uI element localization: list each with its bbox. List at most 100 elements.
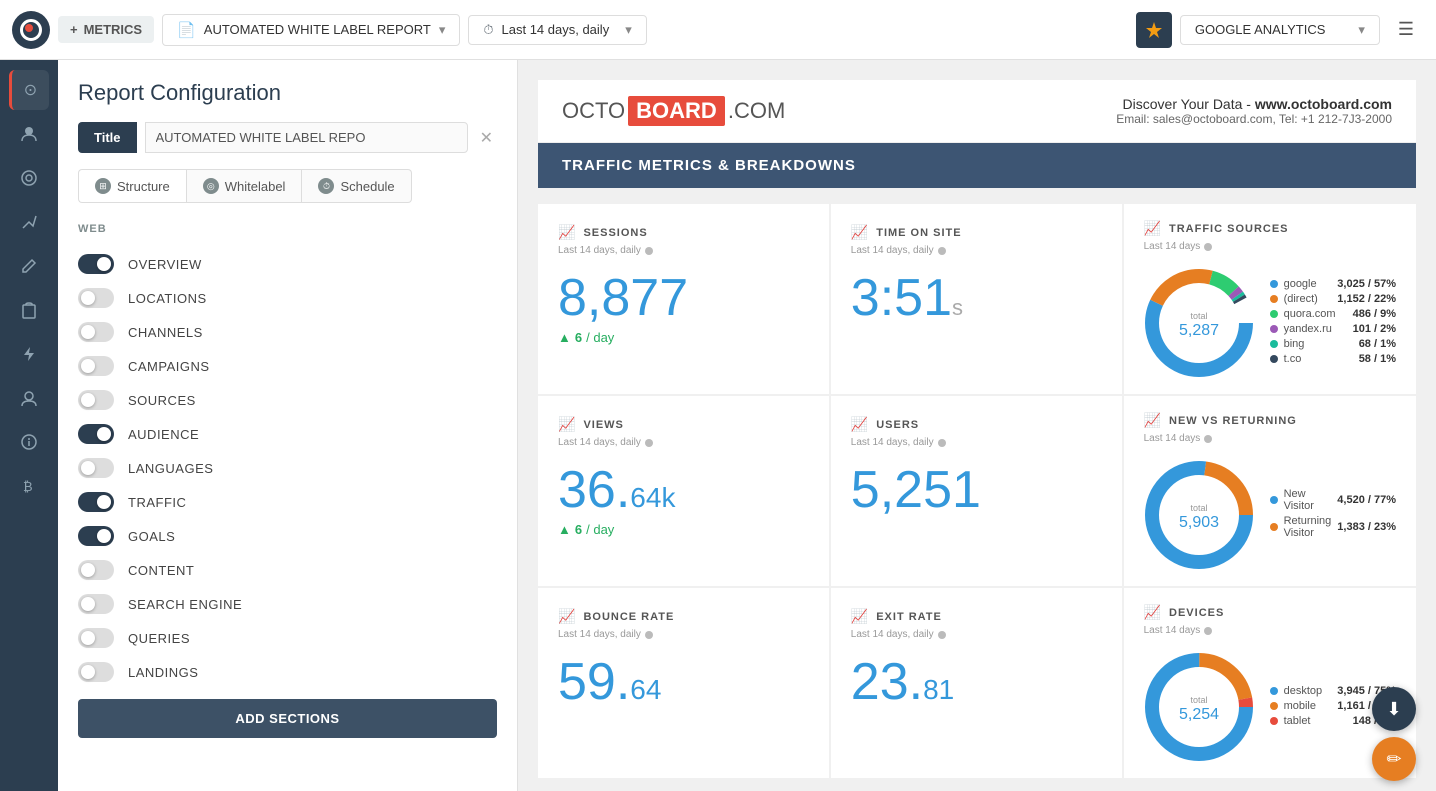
legend-item: Returning Visitor 1,383 / 23%: [1270, 515, 1396, 539]
trend-icon: 📈: [851, 416, 868, 433]
sidebar-item-info[interactable]: [9, 422, 49, 462]
up-arrow-icon: ▲: [558, 330, 571, 345]
sidebar-item-billing[interactable]: ₿: [9, 466, 49, 506]
time-range-selector[interactable]: ⏱ Last 14 days, daily ▾: [468, 15, 646, 45]
lightning-svg: [20, 345, 38, 363]
metrics-button[interactable]: + METRICS: [58, 16, 154, 43]
metric-card-sessions: 📈 SESSIONS Last 14 days, daily 8,877 ▲ 6…: [538, 204, 829, 394]
toggle-label-goals: GOALS: [128, 529, 175, 544]
toggle-overview[interactable]: [78, 254, 114, 274]
toggle-traffic[interactable]: [78, 492, 114, 512]
title-tab[interactable]: Title: [78, 122, 137, 153]
metric-name: TRAFFIC SOURCES: [1169, 223, 1289, 235]
sidebar-item-connections[interactable]: [9, 202, 49, 242]
donut-content: total5,903 New Visitor 4,520 / 77% Retur…: [1144, 460, 1396, 570]
analytics-source-selector[interactable]: GOOGLE ANALYTICS ▾: [1180, 15, 1380, 45]
toggle-queries[interactable]: [78, 628, 114, 648]
metric-header: 📈 USERS: [851, 416, 1102, 433]
up-arrow-icon: ▲: [558, 522, 571, 537]
toggle-row-queries: QUERIES: [78, 621, 497, 655]
sidebar-item-user[interactable]: [9, 378, 49, 418]
tab-structure[interactable]: ⊞ Structure: [78, 169, 186, 203]
toggle-searchEngine[interactable]: [78, 594, 114, 614]
sidebar-item-lightning[interactable]: [9, 334, 49, 374]
svg-text:5,254: 5,254: [1179, 706, 1219, 723]
download-fab[interactable]: ⬇: [1372, 687, 1416, 731]
logo-suffix: .COM: [728, 98, 785, 124]
legend-val: 3,025 / 57%: [1337, 278, 1396, 290]
sidebar-item-edit[interactable]: [9, 246, 49, 286]
sidebar-item-people[interactable]: [9, 114, 49, 154]
toggle-goals[interactable]: [78, 526, 114, 546]
title-input[interactable]: [145, 122, 468, 153]
hamburger-menu[interactable]: ☰: [1388, 13, 1424, 46]
legend-dot: [1270, 702, 1278, 710]
toggle-sources[interactable]: [78, 390, 114, 410]
legend-dot: [1270, 687, 1278, 695]
toggle-audience[interactable]: [78, 424, 114, 444]
metric-name: USERS: [876, 419, 919, 431]
sidebar-icons: ⊙: [0, 60, 58, 791]
tab-schedule[interactable]: ⏱ Schedule: [302, 169, 411, 203]
report-selector[interactable]: 📄 AUTOMATED WHITE LABEL REPORT ▾: [162, 14, 460, 46]
legend-dot: [1270, 523, 1278, 531]
donut-content: total5,287 google 3,025 / 57% (direct) 1…: [1144, 268, 1396, 378]
legend-val: 68 / 1%: [1359, 338, 1396, 350]
time-caret-icon: ▾: [625, 22, 632, 38]
legend-name: Returning Visitor: [1284, 515, 1332, 539]
period-dot: [938, 247, 946, 255]
people-svg: [20, 125, 38, 143]
legend-item: bing 68 / 1%: [1270, 338, 1396, 350]
metrics-label: METRICS: [84, 22, 143, 37]
metric-name: DEVICES: [1169, 607, 1224, 619]
decimal-value: 81: [923, 674, 954, 705]
toggle-content[interactable]: [78, 560, 114, 580]
toggle-row-landings: LANDINGS: [78, 655, 497, 689]
toggle-channels[interactable]: [78, 322, 114, 342]
logo-highlight: BOARD: [628, 96, 725, 126]
document-icon: 📄: [177, 21, 196, 39]
tab-whitelabel[interactable]: ◎ Whitelabel: [186, 169, 303, 203]
metric-card-newVsReturning: 📈 NEW VS RETURNING Last 14 days total5,9…: [1124, 396, 1416, 586]
toggle-label-sources: SOURCES: [128, 393, 196, 408]
spark-icon[interactable]: [1136, 12, 1172, 48]
trend-icon: 📈: [1144, 412, 1161, 429]
toggle-label-landings: LANDINGS: [128, 665, 198, 680]
legend-val: 486 / 9%: [1353, 308, 1396, 320]
toggle-languages[interactable]: [78, 458, 114, 478]
metric-header: 📈 EXIT RATE: [851, 608, 1102, 625]
metric-name: TIME ON SITE: [876, 227, 961, 239]
time-range-label: Last 14 days, daily: [502, 22, 610, 37]
structure-tab-icon: ⊞: [95, 178, 111, 194]
edit-fab[interactable]: ✏: [1372, 737, 1416, 781]
metric-period: Last 14 days: [1144, 433, 1396, 444]
web-section-label: WEB: [78, 223, 497, 235]
metric-value: 8,877: [558, 272, 809, 324]
title-clear-icon[interactable]: ✕: [476, 128, 497, 148]
toggle-landings[interactable]: [78, 662, 114, 682]
logo[interactable]: [12, 11, 50, 49]
spark-svg: [1144, 20, 1164, 40]
sidebar-item-home[interactable]: ⊙: [9, 70, 49, 110]
svg-text:total: total: [1190, 695, 1207, 705]
toggle-label-locations: LOCATIONS: [128, 291, 207, 306]
metric-period: Last 14 days, daily: [558, 629, 809, 640]
connections-svg: [20, 213, 38, 231]
metric-name: BOUNCE RATE: [583, 611, 674, 623]
donut-svg: total5,903: [1144, 460, 1254, 570]
toggle-row-goals: GOALS: [78, 519, 497, 553]
legend-val: 1,152 / 22%: [1337, 293, 1396, 305]
metric-header: 📈 VIEWS: [558, 416, 809, 433]
toggle-locations[interactable]: [78, 288, 114, 308]
svg-text:total: total: [1190, 503, 1207, 513]
legend-item: (direct) 1,152 / 22%: [1270, 293, 1396, 305]
sidebar-item-clipboard[interactable]: [9, 290, 49, 330]
metric-name: NEW VS RETURNING: [1169, 415, 1297, 427]
trend-icon: 📈: [558, 416, 575, 433]
toggle-campaigns[interactable]: [78, 356, 114, 376]
toggle-row-audience: AUDIENCE: [78, 417, 497, 451]
add-sections-button[interactable]: ADD SECTIONS: [78, 699, 497, 738]
sidebar-item-analytics[interactable]: [9, 158, 49, 198]
analytics-svg: [20, 169, 38, 187]
trend-icon: 📈: [1144, 220, 1161, 237]
